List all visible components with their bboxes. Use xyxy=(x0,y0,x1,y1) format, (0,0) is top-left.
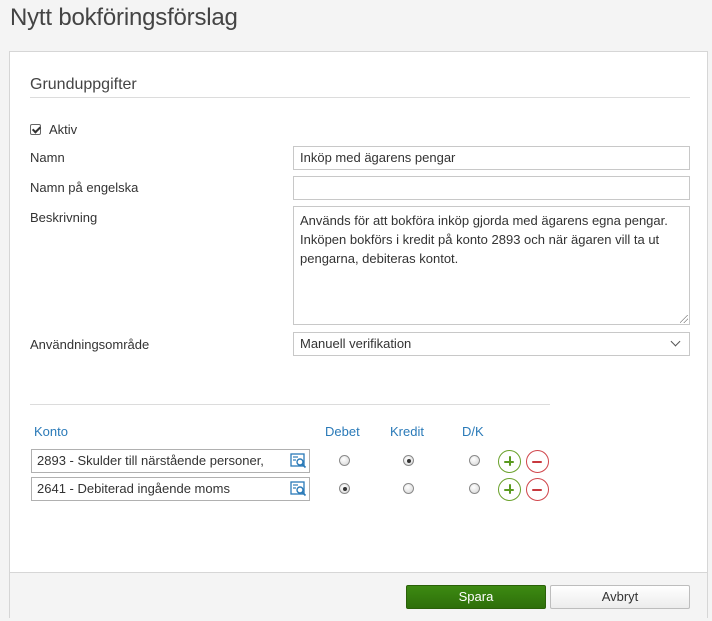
namn-input[interactable]: Inköp med ägarens pengar xyxy=(293,146,690,170)
chevron-down-icon xyxy=(670,336,681,347)
column-header-kredit: Kredit xyxy=(390,424,424,439)
dk-radio-row-2[interactable] xyxy=(469,483,480,494)
namn-engelska-label: Namn på engelska xyxy=(30,180,139,195)
aktiv-checkbox-row[interactable]: Aktiv xyxy=(30,122,77,137)
aktiv-checkbox[interactable] xyxy=(30,124,41,135)
resize-grip-icon[interactable] xyxy=(680,315,688,323)
form-footer: Spara Avbryt xyxy=(10,572,707,618)
remove-row-button[interactable] xyxy=(526,450,549,473)
dk-radio-row-1[interactable] xyxy=(469,455,480,466)
namn-label: Namn xyxy=(30,150,65,165)
konto-value-row-1: 2893 - Skulder till närstående personer, xyxy=(37,453,264,468)
page-title: Nytt bokföringsförslag xyxy=(10,4,238,31)
anvandningsomrade-value: Manuell verifikation xyxy=(300,336,412,351)
section-title: Grunduppgifter xyxy=(30,76,137,93)
account-lookup-icon[interactable] xyxy=(290,453,307,469)
beskrivning-text: Används för att bokföra inköp gjorda med… xyxy=(300,213,668,266)
account-lookup-icon[interactable] xyxy=(290,481,307,497)
konto-input-row-2[interactable]: 2641 - Debiterad ingående moms xyxy=(31,477,310,501)
remove-row-button[interactable] xyxy=(526,478,549,501)
form-panel: Grunduppgifter Aktiv Namn Inköp med ägar… xyxy=(9,51,708,618)
save-button[interactable]: Spara xyxy=(406,585,546,609)
table-divider xyxy=(30,404,550,405)
konto-input-row-1[interactable]: 2893 - Skulder till närstående personer, xyxy=(31,449,310,473)
beskrivning-textarea[interactable]: Används för att bokföra inköp gjorda med… xyxy=(293,206,690,325)
section-divider xyxy=(30,97,690,98)
aktiv-label: Aktiv xyxy=(49,122,78,137)
kredit-radio-row-2[interactable] xyxy=(403,483,414,494)
anvandningsomrade-select[interactable]: Manuell verifikation xyxy=(293,332,690,356)
add-row-button[interactable] xyxy=(498,450,521,473)
beskrivning-label: Beskrivning xyxy=(30,210,98,225)
debet-radio-row-1[interactable] xyxy=(339,455,350,466)
kredit-radio-row-1[interactable] xyxy=(403,455,414,466)
column-header-konto: Konto xyxy=(34,424,68,439)
column-header-debet: Debet xyxy=(325,424,360,439)
add-row-button[interactable] xyxy=(498,478,521,501)
debet-radio-row-2[interactable] xyxy=(339,483,350,494)
anvandningsomrade-label: Användningsområde xyxy=(30,337,150,352)
column-header-dk: D/K xyxy=(462,424,484,439)
cancel-button[interactable]: Avbryt xyxy=(550,585,690,609)
konto-value-row-2: 2641 - Debiterad ingående moms xyxy=(37,481,230,496)
namn-engelska-input[interactable] xyxy=(293,176,690,200)
